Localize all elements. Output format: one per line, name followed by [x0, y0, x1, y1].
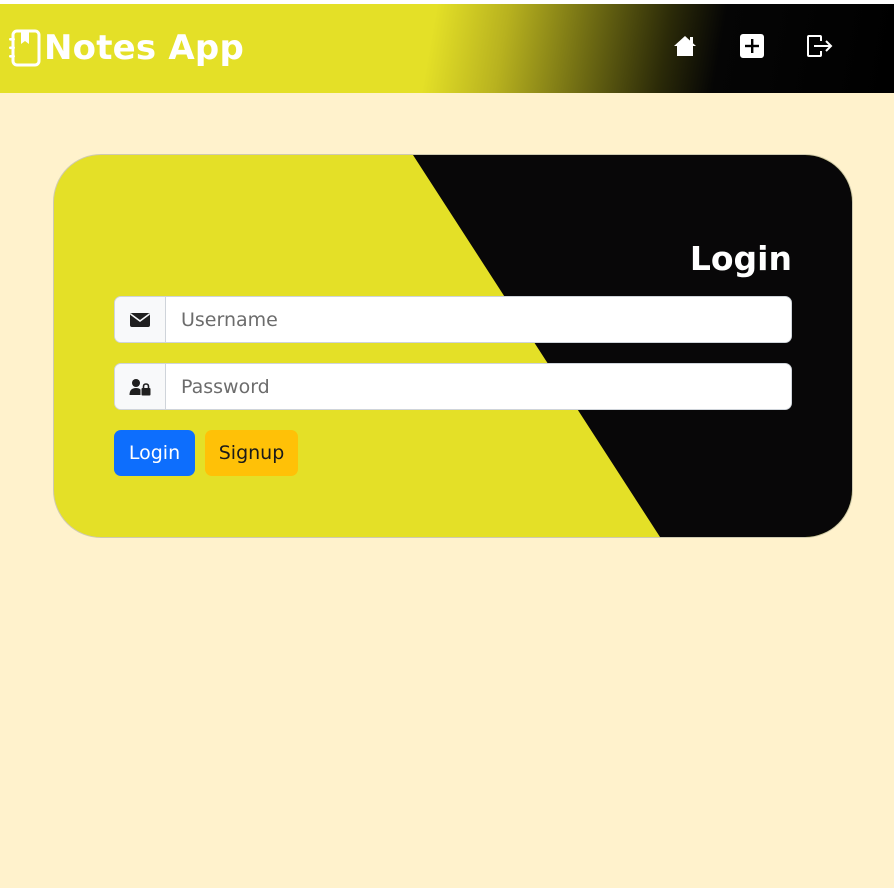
login-heading: Login	[689, 239, 792, 278]
card-dark-panel	[413, 155, 852, 537]
username-input[interactable]	[166, 297, 791, 342]
username-input-group	[114, 296, 792, 343]
login-button[interactable]: Login	[114, 430, 195, 476]
brand-title: Notes App	[44, 28, 244, 68]
login-card: Login Login Signup	[53, 154, 853, 538]
navbar: Notes App	[0, 4, 894, 93]
signup-button[interactable]: Signup	[205, 430, 298, 476]
plus-square-icon[interactable]	[738, 32, 766, 60]
logout-icon[interactable]	[806, 32, 834, 60]
envelope-icon	[115, 297, 166, 342]
brand[interactable]: Notes App	[8, 26, 244, 70]
password-input-group	[114, 363, 792, 410]
password-input[interactable]	[166, 364, 791, 409]
notebook-icon	[8, 29, 42, 67]
user-lock-icon	[115, 364, 166, 409]
house-icon[interactable]	[671, 32, 699, 60]
